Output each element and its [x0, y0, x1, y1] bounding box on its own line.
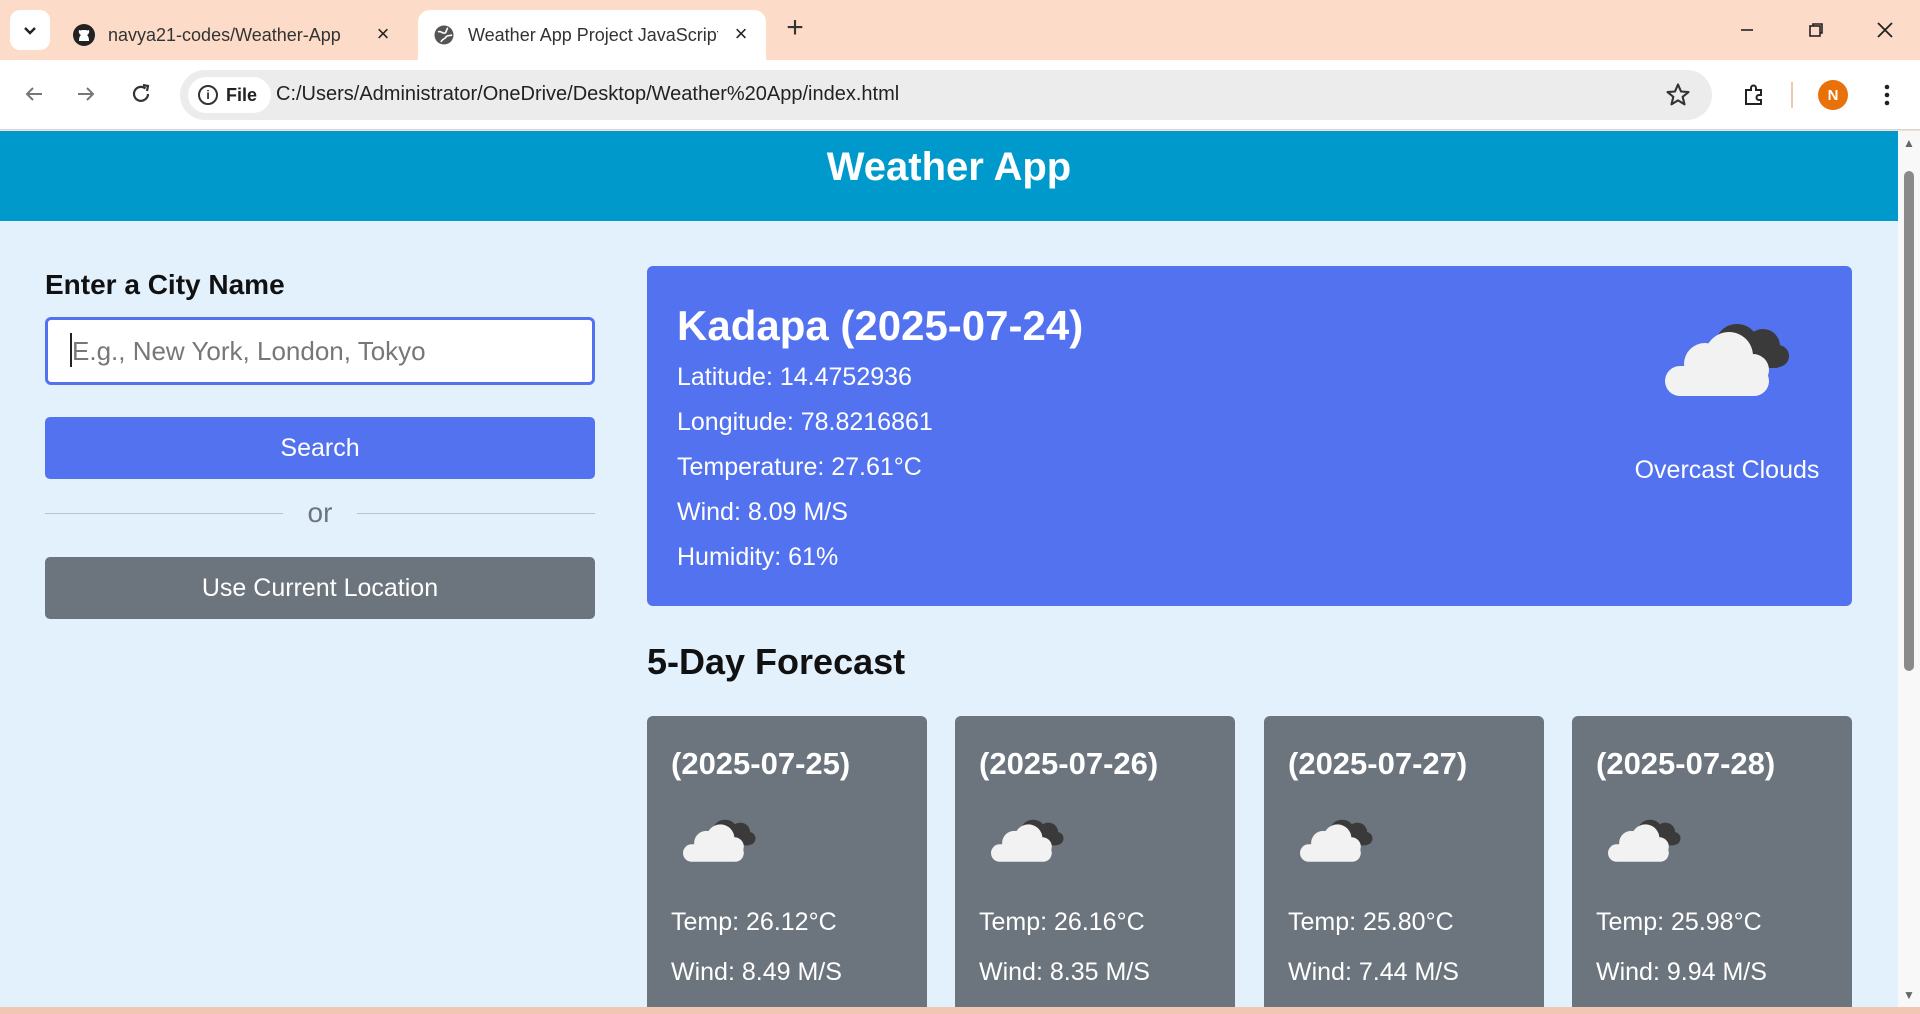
reload-icon: [132, 83, 150, 102]
page-viewport: Weather App Enter a City Name Search or …: [0, 131, 1898, 1007]
forecast-card: (2025-07-27) Temp: 25.80°C Wind: 7.44 M/…: [1264, 716, 1544, 1007]
extensions-button[interactable]: [1737, 78, 1771, 112]
scrollbar-thumb[interactable]: [1904, 171, 1914, 671]
search-button[interactable]: Search: [45, 417, 595, 479]
current-weather-card: Kadapa (2025-07-24) Latitude: 14.4752936…: [647, 266, 1852, 606]
tab-weather-app[interactable]: Weather App Project JavaScript ×: [418, 10, 766, 60]
close-icon[interactable]: ×: [730, 21, 752, 46]
city-heading: Enter a City Name: [45, 269, 285, 300]
wind-text: Wind: 8.09 M/S: [677, 498, 848, 526]
forward-button[interactable]: [66, 74, 106, 114]
forecast-card: (2025-07-26) Temp: 26.16°C Wind: 8.35 M/…: [955, 716, 1235, 1007]
arrow-right-icon: [78, 87, 95, 101]
use-current-location-button[interactable]: Use Current Location: [45, 557, 595, 619]
restore-icon: [1809, 23, 1823, 37]
globe-icon: [432, 23, 456, 47]
tab-github[interactable]: navya21-codes/Weather-App ×: [58, 10, 408, 60]
forecast-temp: Temp: 26.12°C: [671, 908, 837, 936]
scroll-down-arrow-icon[interactable]: ▼: [1903, 989, 1915, 1001]
tab-title: navya21-codes/Weather-App: [108, 24, 341, 45]
minimize-button[interactable]: [1723, 12, 1771, 48]
arrow-left-icon: [25, 87, 42, 101]
forecast-wind: Wind: 8.49 M/S: [671, 958, 842, 986]
toolbar-separator: [1791, 82, 1793, 108]
vertical-scrollbar[interactable]: ▲ ▼: [1898, 131, 1920, 1007]
forecast-wind: Wind: 7.44 M/S: [1288, 958, 1459, 986]
page-title: Weather App: [0, 131, 1898, 221]
url-text[interactable]: C:/Users/Administrator/OneDrive/Desktop/…: [276, 83, 899, 106]
overcast-clouds-icon: [683, 819, 756, 862]
divider-line: [357, 513, 595, 514]
latitude-text: Latitude: 14.4752936: [677, 363, 912, 391]
scroll-up-arrow-icon[interactable]: ▲: [1903, 137, 1915, 149]
chevron-down-icon: [24, 27, 36, 35]
star-icon[interactable]: [1664, 81, 1692, 109]
tab-search-button[interactable]: [10, 10, 50, 50]
forecast-date: (2025-07-27): [1288, 746, 1468, 781]
github-icon: [72, 23, 96, 47]
forecast-date: (2025-07-26): [979, 746, 1159, 781]
puzzle-icon: [1745, 84, 1762, 105]
reload-button[interactable]: [121, 74, 161, 114]
forecast-date: (2025-07-28): [1596, 746, 1776, 781]
chip-label: File: [226, 84, 258, 105]
more-vertical-icon: [1884, 84, 1890, 106]
close-icon[interactable]: ×: [372, 21, 394, 46]
forecast-heading: 5-Day Forecast: [647, 641, 906, 682]
or-divider: or: [45, 493, 595, 533]
longitude-text: Longitude: 78.8216861: [677, 408, 933, 436]
overcast-clouds-icon: [991, 819, 1064, 862]
forecast-wind: Wind: 8.35 M/S: [979, 958, 1150, 986]
city-input[interactable]: [45, 317, 595, 385]
browser-toolbar: i File C:/Users/Administrator/OneDrive/D…: [0, 60, 1920, 130]
close-icon: [1877, 22, 1893, 38]
overcast-clouds-icon: [1665, 324, 1789, 396]
window-bottom-edge: [0, 1007, 1920, 1014]
avatar: N: [1818, 80, 1848, 110]
city-search-panel: Enter a City Name Search or Use Current …: [45, 269, 595, 619]
forecast-temp: Temp: 25.98°C: [1596, 908, 1762, 936]
forecast-temp: Temp: 25.80°C: [1288, 908, 1454, 936]
text-caret: [70, 333, 72, 367]
forecast-date: (2025-07-25): [671, 746, 851, 781]
overcast-clouds-icon: [1300, 819, 1373, 862]
site-info-chip[interactable]: i File: [188, 77, 272, 113]
humidity-text: Humidity: 61%: [677, 543, 839, 571]
current-city-title: Kadapa (2025-07-24): [677, 302, 1084, 349]
forecast-temp: Temp: 26.16°C: [979, 908, 1145, 936]
profile-button[interactable]: N: [1816, 78, 1850, 112]
restore-button[interactable]: [1792, 12, 1840, 48]
overcast-clouds-icon: [1608, 819, 1681, 862]
forecast-card: (2025-07-28) Temp: 25.98°C Wind: 9.94 M/…: [1572, 716, 1852, 1007]
minimize-icon: [1741, 29, 1753, 31]
forecast-card: (2025-07-25) Temp: 26.12°C Wind: 8.49 M/…: [647, 716, 927, 1007]
tab-strip: navya21-codes/Weather-App × Weather App …: [0, 0, 1920, 60]
tab-title: Weather App Project JavaScript: [468, 24, 718, 45]
forecast-wind: Wind: 9.94 M/S: [1596, 958, 1767, 986]
close-window-button[interactable]: [1861, 12, 1909, 48]
temperature-text: Temperature: 27.61°C: [677, 453, 922, 481]
address-bar[interactable]: i File C:/Users/Administrator/OneDrive/D…: [180, 70, 1712, 120]
info-icon: i: [198, 85, 218, 105]
new-tab-button[interactable]: +: [780, 13, 810, 44]
menu-button[interactable]: [1870, 78, 1904, 112]
forecast-list: (2025-07-25) Temp: 26.12°C Wind: 8.49 M/…: [647, 716, 1852, 1007]
back-button[interactable]: [14, 74, 54, 114]
weather-condition: Overcast Clouds: [1634, 456, 1820, 484]
